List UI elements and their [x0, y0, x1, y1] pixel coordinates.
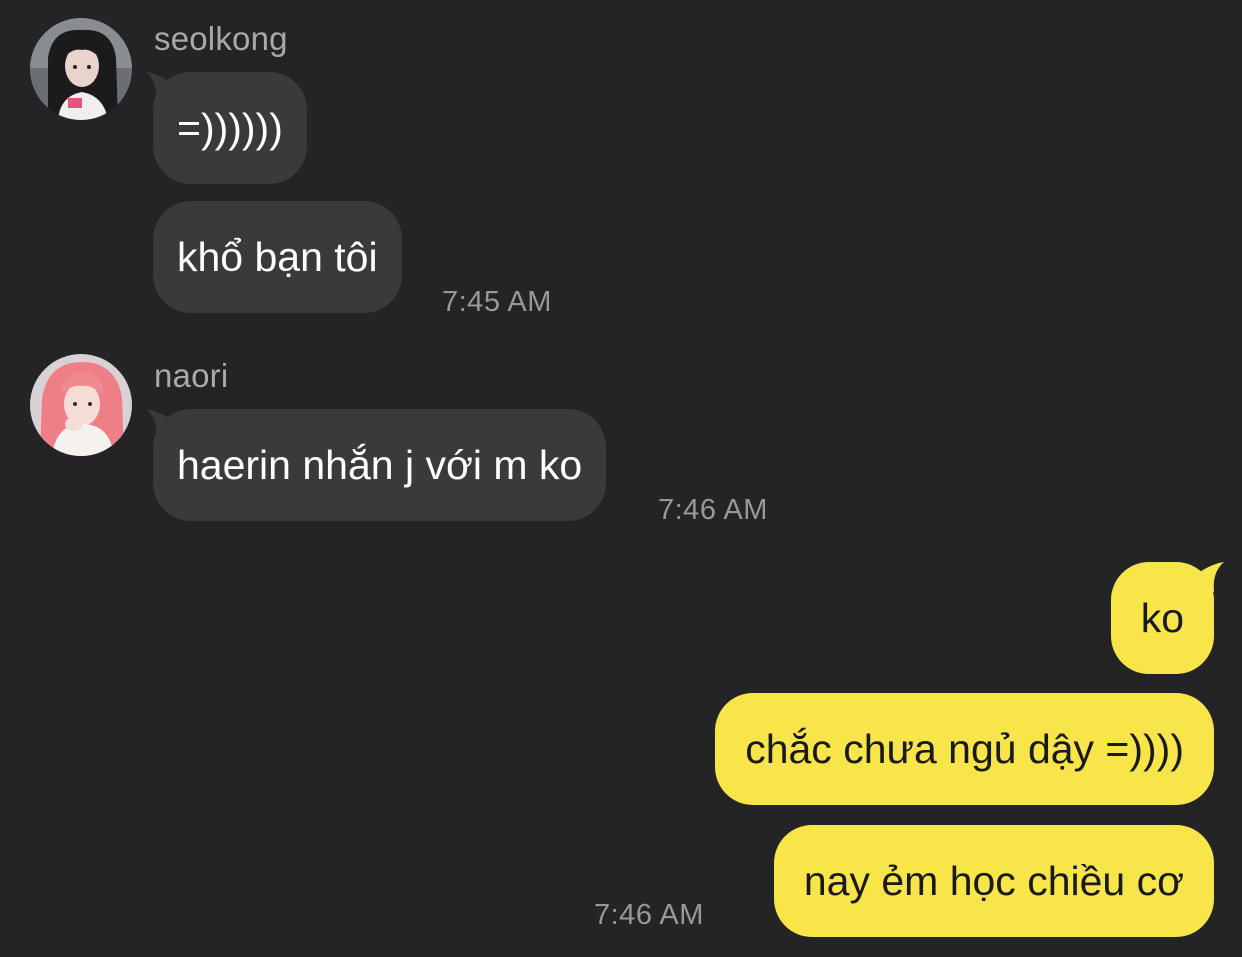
message-bubble-incoming[interactable]: =))))))	[153, 72, 307, 184]
message-timestamp: 7:46 AM	[594, 899, 704, 931]
profile-photo-icon	[30, 354, 132, 456]
message-bubble-outgoing[interactable]: nay ẻm học chiều cơ	[773, 825, 1214, 937]
message-bubble-incoming[interactable]: haerin nhắn j với m ko	[153, 409, 607, 521]
message-timestamp: 7:45 AM	[442, 286, 552, 318]
chat-thread: seolkong =)))))) khổ bạn tôi 7:45 AM nao…	[0, 0, 1242, 957]
message-bubble-outgoing[interactable]: ko	[1110, 562, 1214, 674]
avatar-naori[interactable]	[30, 354, 132, 456]
avatar-seolkong[interactable]	[30, 18, 132, 120]
message-timestamp: 7:46 AM	[658, 494, 768, 526]
sender-name: naori	[154, 357, 229, 394]
message-bubble-incoming[interactable]: khổ bạn tôi	[153, 201, 402, 313]
sender-name: seolkong	[154, 20, 288, 57]
profile-photo-icon	[30, 18, 132, 120]
message-bubble-outgoing[interactable]: chắc chưa ngủ dậy =))))	[715, 693, 1214, 805]
